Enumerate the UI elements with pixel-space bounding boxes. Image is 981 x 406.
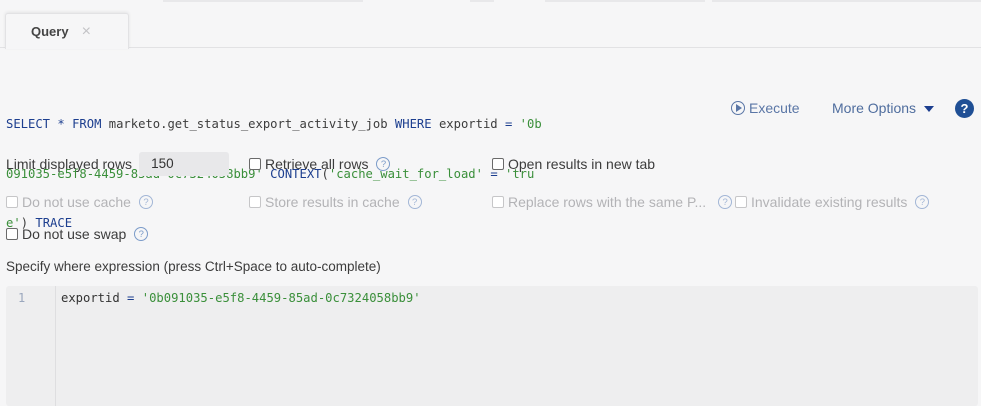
sql-token: FROM [72, 117, 102, 131]
invalidate-label: Invalidate existing results [751, 194, 908, 210]
help-circle-icon[interactable]: ? [138, 195, 153, 209]
open-new-tab-label: Open results in new tab [508, 156, 656, 172]
line-number: 1 [18, 291, 26, 305]
where-expression-editor[interactable]: 1 exportid = '0b091035-e5f8-4459-85ad-0c… [6, 286, 978, 406]
sql-token: WHERE [394, 117, 432, 131]
help-circle-icon[interactable]: ? [718, 195, 733, 209]
no-swap-checkbox[interactable] [6, 228, 18, 240]
no-cache-option: Do not use cache ? [6, 194, 153, 210]
tab-query[interactable]: Query × [5, 13, 129, 49]
limit-rows-label: Limit displayed rows [6, 156, 133, 172]
limit-rows-input[interactable]: 150 [139, 152, 230, 176]
no-swap-label: Do not use swap [22, 226, 127, 242]
store-cache-checkbox [249, 196, 261, 208]
help-icon[interactable]: ? [955, 99, 974, 118]
help-circle-icon[interactable]: ? [407, 195, 422, 209]
replace-rows-option: Replace rows with the same P... ? [492, 194, 733, 210]
retrieve-all-rows-checkbox[interactable] [249, 158, 261, 170]
store-cache-option: Store results in cache ? [249, 194, 422, 210]
no-cache-checkbox [6, 196, 18, 208]
no-cache-label: Do not use cache [22, 194, 131, 210]
where-token: '0b091035-e5f8-4459-85ad-0c7324058bb9' [141, 291, 421, 305]
more-options-label: More Options [832, 100, 917, 116]
tab-bar: Query × [0, 0, 981, 49]
execute-label: Execute [749, 100, 800, 116]
sql-token: marketo.get_status_export_activity_job [101, 117, 395, 131]
where-token [134, 291, 141, 305]
limit-rows-row: Limit displayed rows 150 [6, 152, 230, 176]
sql-line-1: SELECT * FROM marketo.get_status_export_… [6, 116, 586, 133]
help-circle-icon[interactable]: ? [134, 227, 149, 241]
help-circle-icon[interactable]: ? [915, 195, 930, 209]
caret-down-icon [924, 106, 935, 112]
help-circle-icon[interactable]: ? [376, 157, 391, 171]
where-expression-code[interactable]: exportid = '0b091035-e5f8-4459-85ad-0c73… [61, 291, 421, 305]
open-new-tab-checkbox[interactable] [492, 158, 504, 170]
sql-token: SELECT [6, 117, 51, 131]
where-token: exportid [61, 291, 128, 305]
more-options-button[interactable]: More Options [832, 100, 935, 116]
store-cache-label: Store results in cache [265, 194, 400, 210]
retrieve-all-rows-label: Retrieve all rows [265, 156, 369, 172]
play-icon [731, 101, 745, 115]
replace-rows-checkbox [492, 196, 504, 208]
retrieve-all-rows-option[interactable]: Retrieve all rows ? [249, 156, 391, 172]
invalidate-option: Invalidate existing results ? [735, 194, 930, 210]
open-new-tab-option[interactable]: Open results in new tab [492, 156, 655, 172]
sql-token: * [57, 117, 65, 131]
where-expression-label: Specify where expression (press Ctrl+Spa… [6, 259, 381, 274]
no-swap-option[interactable]: Do not use swap ? [6, 226, 149, 242]
execute-button[interactable]: Execute [731, 100, 800, 116]
close-icon[interactable]: × [82, 23, 91, 40]
sql-token: '0b [519, 117, 542, 131]
invalidate-checkbox [735, 196, 747, 208]
sql-token: exportid [431, 117, 505, 131]
replace-rows-label: Replace rows with the same P... [508, 194, 707, 210]
editor-gutter: 1 [6, 286, 56, 406]
tab-label: Query [31, 24, 69, 39]
